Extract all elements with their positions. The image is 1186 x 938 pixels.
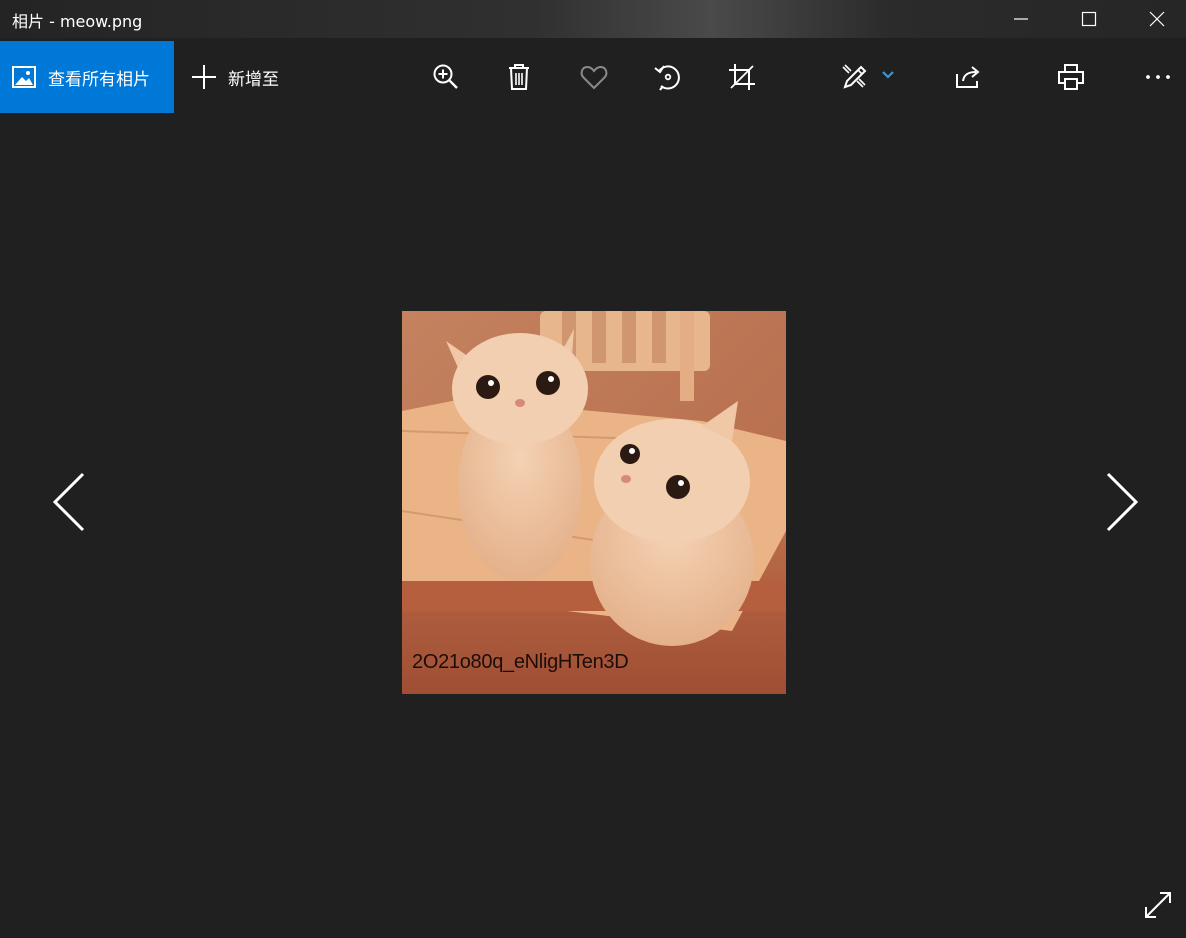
crop-icon — [729, 64, 755, 90]
view-all-photos-button[interactable]: 查看所有相片 — [0, 41, 174, 113]
photo-viewer-image[interactable]: 2O21o80q_eNligHTen3D — [402, 311, 786, 694]
maximize-icon — [1081, 11, 1097, 27]
photo-watermark-text: 2O21o80q_eNligHTen3D — [412, 651, 629, 673]
command-bar: 查看所有相片 新增至 — [0, 41, 1186, 113]
share-icon — [956, 66, 980, 88]
maximize-button[interactable] — [1055, 0, 1123, 38]
print-button[interactable] — [1051, 57, 1091, 97]
delete-button[interactable] — [499, 57, 539, 97]
rotate-button[interactable] — [648, 57, 688, 97]
more-icon — [1146, 75, 1170, 79]
share-button[interactable] — [948, 57, 988, 97]
edit-create-button[interactable] — [835, 57, 875, 97]
close-icon — [1149, 11, 1165, 27]
minimize-icon — [1014, 18, 1028, 20]
minimize-button[interactable] — [987, 0, 1055, 38]
chevron-left-icon — [52, 472, 85, 532]
fullscreen-button[interactable] — [1140, 886, 1176, 924]
trash-icon — [509, 64, 529, 90]
chevron-down-icon — [882, 71, 894, 79]
crop-button[interactable] — [722, 57, 762, 97]
add-to-label: 新增至 — [228, 69, 279, 90]
close-button[interactable] — [1123, 0, 1186, 38]
printer-icon — [1058, 64, 1084, 90]
edit-dropdown-button[interactable] — [880, 67, 896, 83]
more-button[interactable] — [1138, 57, 1178, 97]
cat-photo-image — [402, 311, 786, 694]
chevron-right-icon — [1106, 472, 1139, 532]
image-icon — [12, 65, 36, 89]
favorite-button[interactable] — [574, 57, 614, 97]
previous-photo-button[interactable] — [49, 470, 89, 534]
window-title: 相片 - meow.png — [12, 12, 143, 31]
edit-icon — [842, 64, 867, 89]
add-to-button[interactable]: 新增至 — [174, 41, 294, 113]
next-photo-button[interactable] — [1102, 470, 1142, 534]
zoom-button[interactable] — [426, 57, 466, 97]
zoom-in-icon — [433, 64, 458, 89]
plus-icon — [190, 63, 218, 91]
view-all-photos-label: 查看所有相片 — [48, 69, 150, 90]
rotate-icon — [654, 65, 680, 91]
expand-icon — [1145, 892, 1171, 918]
heart-icon — [580, 65, 608, 90]
title-bar[interactable]: 相片 - meow.png — [0, 0, 1186, 38]
